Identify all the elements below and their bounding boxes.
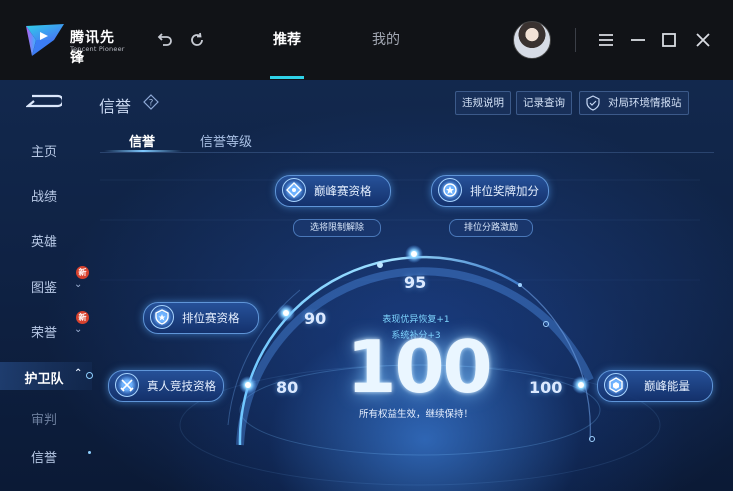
menu-icon[interactable]: [595, 29, 617, 51]
privilege-label: 真人竞技资格: [147, 379, 216, 393]
privilege-peak-match[interactable]: 巅峰赛资格: [275, 175, 391, 207]
title-bar: 腾讯先锋 Tencent Pioneer 推荐 我的: [0, 0, 733, 80]
tick-label-80: 80: [276, 378, 299, 397]
divider: [575, 28, 576, 52]
tick-label-100: 100: [529, 378, 563, 397]
undo-icon[interactable]: [155, 30, 175, 50]
close-icon[interactable]: [692, 29, 714, 51]
privilege-label: 排位奖牌加分: [470, 184, 539, 198]
privilege-label: 巅峰赛资格: [314, 184, 372, 198]
credit-gauge: [227, 245, 595, 446]
hero-selection-unlock-button[interactable]: 选将限制解除: [293, 219, 381, 237]
brand-name-en: Tencent Pioneer: [70, 45, 125, 53]
active-tab-indicator: [270, 76, 304, 79]
credit-score: 100: [346, 325, 492, 409]
maximize-icon[interactable]: [658, 29, 680, 51]
avatar[interactable]: [513, 21, 551, 59]
privilege-rank-medal-bonus[interactable]: 排位奖牌加分: [431, 175, 549, 207]
logo-icon: [26, 24, 64, 56]
privilege-label: 排位赛资格: [182, 311, 240, 325]
credit-panel: 主页 战绩 英雄 图鉴 新 ⌄ 荣誉 新 ⌄ 护卫队 ⌃ 审判 信誉 信誉 ? …: [0, 80, 733, 491]
tick-label-95: 95: [404, 273, 427, 292]
medal-icon: [438, 178, 462, 202]
rank-lane-incentive-button[interactable]: 排位分路激励: [449, 219, 533, 237]
privilege-ranked-match[interactable]: 排位赛资格: [143, 302, 259, 334]
app-logo: 腾讯先锋 Tencent Pioneer: [24, 22, 128, 66]
status-note: 所有权益生效，继续保持！: [358, 409, 473, 420]
privilege-real-player-match[interactable]: 真人竞技资格: [108, 370, 224, 402]
bonus-performance: 表现优异恢复+1: [382, 315, 450, 325]
energy-cube-icon: [604, 373, 628, 397]
peak-match-icon: [282, 178, 306, 202]
minimize-icon[interactable]: [627, 29, 649, 51]
tab-recommend[interactable]: 推荐: [273, 29, 301, 49]
swords-icon: [115, 373, 139, 397]
privilege-label: 巅峰能量: [644, 379, 690, 393]
tick-label-90: 90: [304, 309, 327, 328]
privilege-peak-energy[interactable]: 巅峰能量: [597, 370, 713, 402]
tab-mine[interactable]: 我的: [372, 29, 400, 49]
refresh-icon[interactable]: [187, 30, 207, 50]
ranked-shield-icon: [150, 305, 174, 329]
